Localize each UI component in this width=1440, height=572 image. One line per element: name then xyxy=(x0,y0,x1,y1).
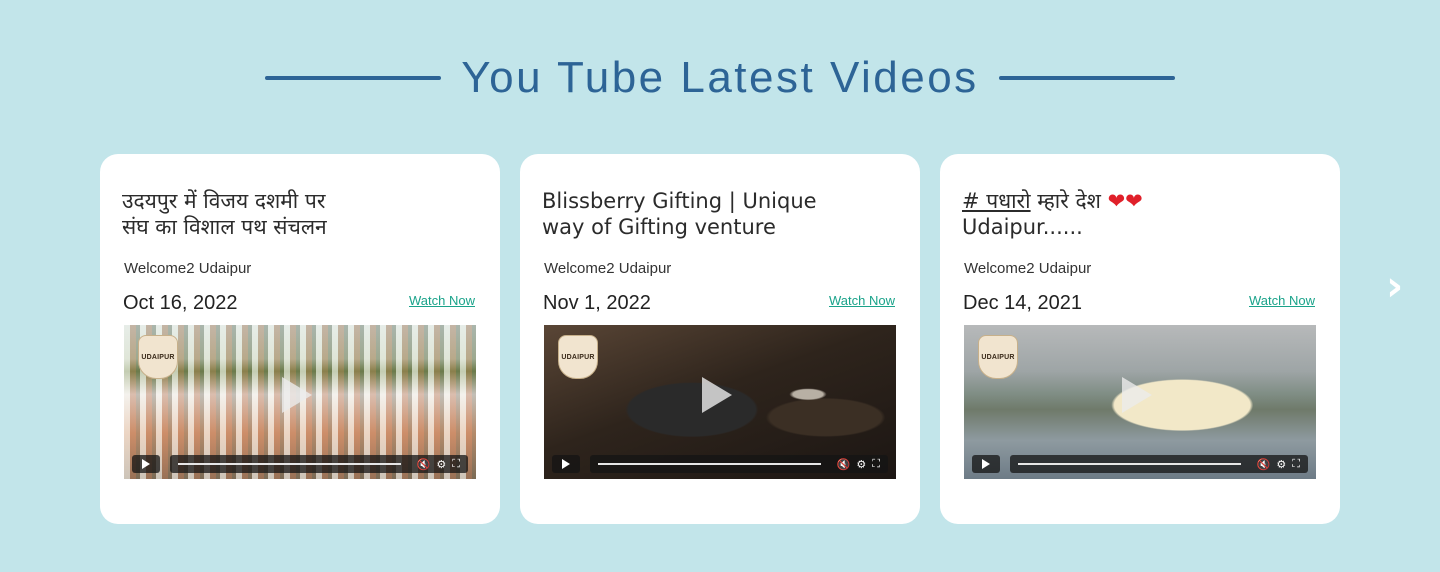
control-bar: 🔇 ⚙ ⛶ xyxy=(590,455,888,473)
channel-name: Welcome2 Udaipur xyxy=(544,260,672,277)
video-card: # पधारो म्हारे देश ❤❤ Udaipur...... Welc… xyxy=(940,154,1340,524)
chevron-right-icon[interactable]: › xyxy=(1386,265,1414,307)
logo-text: UDAIPUR xyxy=(561,353,595,361)
section-heading: You Tube Latest Videos xyxy=(0,48,1440,108)
section-title: You Tube Latest Videos xyxy=(461,53,979,102)
video-title: # पधारो म्हारे देश ❤❤ Udaipur...... xyxy=(962,188,1292,240)
control-bar: 🔇 ⚙ ⛶ xyxy=(170,455,468,473)
watch-now-link[interactable]: Watch Now xyxy=(1249,293,1315,308)
heading-left-line xyxy=(265,76,442,80)
play-button[interactable] xyxy=(972,455,1000,473)
settings-icon[interactable]: ⚙ xyxy=(436,458,446,471)
video-player[interactable]: UDAIPUR 🔇 ⚙ ⛶ xyxy=(124,325,476,479)
watch-now-link[interactable]: Watch Now xyxy=(409,293,475,308)
seek-bar[interactable] xyxy=(178,463,401,465)
play-overlay-icon[interactable] xyxy=(282,377,312,413)
logo-text: UDAIPUR xyxy=(981,353,1015,361)
channel-logo: UDAIPUR xyxy=(558,335,598,379)
video-title-line: Blissberry Gifting | Unique xyxy=(542,189,817,213)
watch-now-link[interactable]: Watch Now xyxy=(829,293,895,308)
channel-name: Welcome2 Udaipur xyxy=(124,260,252,277)
seek-bar[interactable] xyxy=(598,463,821,465)
mute-icon[interactable]: 🔇 xyxy=(837,458,851,471)
video-card: उदयपुर में विजय दशमी पर संघ का विशाल पथ … xyxy=(100,154,500,524)
video-title-line: # पधारो म्हारे देश ❤❤ xyxy=(962,188,1292,214)
mute-icon[interactable]: 🔇 xyxy=(1257,458,1271,471)
video-player[interactable]: UDAIPUR 🔇 ⚙ ⛶ xyxy=(964,325,1316,479)
hashtag[interactable]: # पधारो xyxy=(962,189,1031,213)
title-text: म्हारे देश xyxy=(1030,189,1108,213)
channel-logo: UDAIPUR xyxy=(138,335,178,379)
video-cards: उदयपुर में विजय दशमी पर संघ का विशाल पथ … xyxy=(100,154,1340,524)
video-player[interactable]: UDAIPUR 🔇 ⚙ ⛶ xyxy=(544,325,896,479)
play-button[interactable] xyxy=(552,455,580,473)
player-controls: 🔇 ⚙ ⛶ xyxy=(132,455,468,473)
settings-icon[interactable]: ⚙ xyxy=(856,458,866,471)
mute-icon[interactable]: 🔇 xyxy=(417,458,431,471)
control-bar: 🔇 ⚙ ⛶ xyxy=(1010,455,1308,473)
video-title: Blissberry Gifting | Unique way of Gifti… xyxy=(542,188,872,240)
video-date: Dec 14, 2021 xyxy=(963,292,1082,314)
video-title-line: Udaipur...... xyxy=(962,215,1083,239)
play-icon xyxy=(142,459,150,469)
video-date: Nov 1, 2022 xyxy=(543,292,651,314)
video-title-line: उदयपुर में विजय दशमी पर xyxy=(122,189,326,213)
channel-name: Welcome2 Udaipur xyxy=(964,260,1092,277)
logo-text: UDAIPUR xyxy=(141,353,175,361)
player-controls: 🔇 ⚙ ⛶ xyxy=(552,455,888,473)
fullscreen-icon[interactable]: ⛶ xyxy=(452,457,460,471)
video-title-line: way of Gifting venture xyxy=(542,215,776,239)
heading-right-line xyxy=(998,76,1175,80)
play-overlay-icon[interactable] xyxy=(702,377,732,413)
channel-logo: UDAIPUR xyxy=(978,335,1018,379)
fullscreen-icon[interactable]: ⛶ xyxy=(872,457,880,471)
video-card: Blissberry Gifting | Unique way of Gifti… xyxy=(520,154,920,524)
video-title-line: संघ का विशाल पथ संचलन xyxy=(122,215,327,239)
player-controls: 🔇 ⚙ ⛶ xyxy=(972,455,1308,473)
settings-icon[interactable]: ⚙ xyxy=(1276,458,1286,471)
play-overlay-icon[interactable] xyxy=(1122,377,1152,413)
play-icon xyxy=(562,459,570,469)
video-date: Oct 16, 2022 xyxy=(123,292,238,314)
play-button[interactable] xyxy=(132,455,160,473)
fullscreen-icon[interactable]: ⛶ xyxy=(1292,457,1300,471)
heart-emoji: ❤❤ xyxy=(1107,189,1143,213)
seek-bar[interactable] xyxy=(1018,463,1241,465)
play-icon xyxy=(982,459,990,469)
video-title: उदयपुर में विजय दशमी पर संघ का विशाल पथ … xyxy=(122,188,452,240)
